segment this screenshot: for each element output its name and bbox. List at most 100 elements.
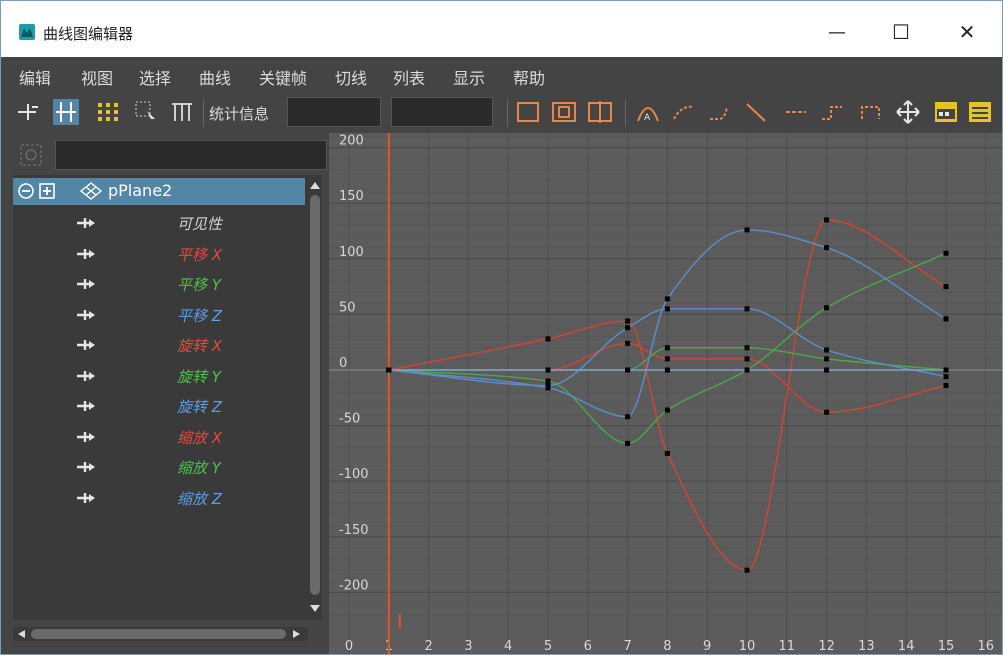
stat-field-1[interactable] <box>287 97 381 127</box>
linear-tangent-icon[interactable] <box>743 99 769 125</box>
x-tick-label: 0 <box>345 639 353 654</box>
keyframe-point[interactable] <box>664 407 670 413</box>
outliner-filter-input[interactable] <box>55 140 327 170</box>
keyframe-point[interactable] <box>824 217 830 223</box>
keyframe-point[interactable] <box>744 567 750 573</box>
keyframe-point[interactable] <box>545 336 551 342</box>
attribute-row[interactable]: 缩放 Y <box>13 452 305 482</box>
keyframe-point[interactable] <box>625 340 631 346</box>
keyframe-point[interactable] <box>545 367 551 373</box>
keyframe-point[interactable] <box>824 367 830 373</box>
spline-tangent-icon[interactable] <box>671 99 697 125</box>
keyframe-point[interactable] <box>744 306 750 312</box>
keyframe-point[interactable] <box>943 374 949 380</box>
insert-key-icon[interactable] <box>15 99 41 125</box>
outliner-horizontal-scrollbar[interactable] <box>13 627 308 641</box>
menu-edit[interactable]: 编辑 <box>19 65 51 89</box>
minimize-button[interactable]: — <box>815 13 859 51</box>
keyframe-point[interactable] <box>824 409 830 415</box>
vertical-scroll-thumb[interactable] <box>310 195 320 595</box>
stat-field-2[interactable] <box>391 97 493 127</box>
attribute-row[interactable]: 平移 Y <box>13 269 305 299</box>
object-row[interactable]: pPlane2 <box>13 178 305 205</box>
channel-arrow-icon <box>77 248 95 259</box>
keyframe-point[interactable] <box>625 440 631 446</box>
time-editor-icon[interactable] <box>933 99 959 125</box>
dope-sheet-icon[interactable] <box>967 99 993 125</box>
outliner-vertical-scrollbar[interactable] <box>308 175 322 620</box>
scroll-down-icon[interactable] <box>308 603 322 615</box>
keyframe-point[interactable] <box>664 306 670 312</box>
frame-all-icon[interactable] <box>515 99 541 125</box>
menu-view[interactable]: 视图 <box>81 65 113 89</box>
attribute-row[interactable]: 缩放 X <box>13 422 305 452</box>
keyframe-point[interactable] <box>744 227 750 233</box>
lattice-icon[interactable] <box>95 99 121 125</box>
close-button[interactable]: ✕ <box>945 13 989 51</box>
keyframe-point[interactable] <box>943 383 949 389</box>
keyframe-point[interactable] <box>664 296 670 302</box>
curve-graph[interactable]: 200 150 100 50 0 -50 -100 -150 -200 0 12 3 4 5 6 7 8 9 10 1… <box>329 133 1002 655</box>
keyframe-point[interactable] <box>824 305 830 311</box>
keyframe-point[interactable] <box>824 356 830 362</box>
attribute-row[interactable]: 可见性 <box>13 208 305 238</box>
keyframe-point[interactable] <box>664 367 670 373</box>
move-keys-icon[interactable] <box>53 99 79 125</box>
clamped-tangent-icon[interactable] <box>707 99 733 125</box>
flat-tangent-icon[interactable] <box>783 99 809 125</box>
auto-tangent-icon[interactable]: A <box>635 99 661 125</box>
menu-keys[interactable]: 关键帧 <box>259 65 307 89</box>
menu-select[interactable]: 选择 <box>139 65 171 89</box>
keyframe-point[interactable] <box>664 450 670 456</box>
keyframe-point[interactable] <box>943 316 949 322</box>
scroll-right-icon[interactable] <box>291 628 303 640</box>
keyframe-point[interactable] <box>744 356 750 362</box>
center-current-time-icon[interactable] <box>587 99 613 125</box>
attribute-row[interactable]: 旋转 Z <box>13 391 305 421</box>
frame-playback-icon[interactable] <box>551 99 577 125</box>
keyframe-point[interactable] <box>625 325 631 331</box>
keyframe-point[interactable] <box>664 345 670 351</box>
menu-show[interactable]: 显示 <box>453 65 485 89</box>
scroll-up-icon[interactable] <box>308 179 322 191</box>
keyframe-point[interactable] <box>744 345 750 351</box>
retime-icon[interactable] <box>169 99 195 125</box>
keyframe-point[interactable] <box>625 414 631 420</box>
expand-all-icon[interactable] <box>38 182 56 200</box>
menu-list[interactable]: 列表 <box>393 65 425 89</box>
keyframe-point[interactable] <box>824 245 830 251</box>
keyframe-point[interactable] <box>943 367 949 373</box>
keyframe-point[interactable] <box>824 347 830 353</box>
attribute-row[interactable]: 平移 Z <box>13 300 305 330</box>
menu-help[interactable]: 帮助 <box>513 65 545 89</box>
stats-label: 统计信息 <box>209 105 270 123</box>
attribute-row[interactable]: 旋转 X <box>13 330 305 360</box>
scroll-left-icon[interactable] <box>15 628 27 640</box>
keyframe-point[interactable] <box>545 378 551 384</box>
attribute-label: 旋转 Y <box>177 367 221 386</box>
keyframe-point[interactable] <box>386 367 392 373</box>
attribute-row[interactable]: 缩放 Z <box>13 483 305 513</box>
attribute-row[interactable]: 平移 X <box>13 239 305 269</box>
filter-icon[interactable] <box>19 143 43 167</box>
maximize-button[interactable]: ☐ <box>879 13 923 51</box>
keyframe-point[interactable] <box>943 250 949 256</box>
menu-curves[interactable]: 曲线 <box>199 65 231 89</box>
current-time-marker <box>398 614 401 628</box>
title-bar[interactable]: 曲线图编辑器 — ☐ ✕ <box>1 1 1002 57</box>
plateau-tangent-icon[interactable] <box>859 99 885 125</box>
horizontal-scroll-thumb[interactable] <box>31 629 286 639</box>
keyframe-point[interactable] <box>625 318 631 324</box>
keyframe-point[interactable] <box>625 367 631 373</box>
attribute-row[interactable]: 旋转 Y <box>13 361 305 391</box>
region-select-icon[interactable] <box>133 99 159 125</box>
graph-view[interactable]: 200 150 100 50 0 -50 -100 -150 -200 0 12 3 4 5 6 7 8 9 10 1… <box>329 133 1002 655</box>
step-tangent-icon[interactable] <box>819 99 845 125</box>
menu-tangents[interactable]: 切线 <box>335 65 367 89</box>
collapse-icon[interactable] <box>17 182 35 200</box>
keyframe-point[interactable] <box>744 367 750 373</box>
keyframe-point[interactable] <box>943 284 949 290</box>
keyframe-point[interactable] <box>545 383 551 389</box>
keyframe-point[interactable] <box>664 356 670 362</box>
move-all-icon[interactable] <box>895 99 921 125</box>
